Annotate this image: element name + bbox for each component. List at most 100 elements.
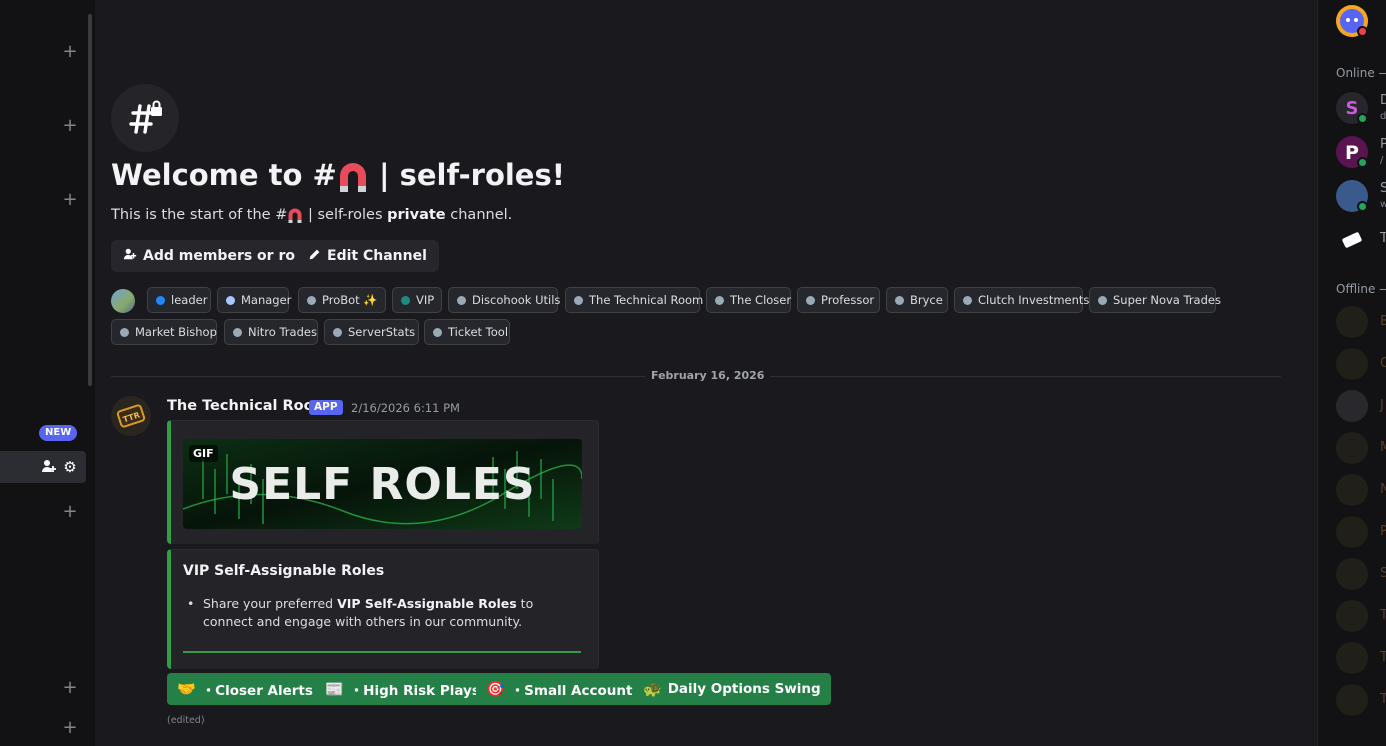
author-avatar[interactable]: TTR (111, 396, 151, 436)
member-name[interactable]: S (1380, 566, 1386, 581)
role-chip[interactable]: Market Bishop (111, 319, 217, 345)
member-name[interactable]: B (1380, 314, 1386, 329)
role-chip[interactable]: Clutch Investments (954, 287, 1089, 313)
member-name[interactable]: T (1380, 650, 1386, 665)
role-label: The Closer (730, 293, 792, 307)
role-color-dot (457, 295, 466, 305)
member-status-text: / (1380, 155, 1384, 166)
add-channel-icon[interactable]: + (62, 117, 78, 135)
magnet-icon (339, 163, 366, 192)
add-members-label: Add members or roles (143, 248, 318, 264)
private-channel-icon (111, 84, 179, 152)
role-chip[interactable]: leader (147, 287, 211, 313)
role-label: ServerStats (348, 325, 416, 339)
invite-member-icon[interactable] (40, 458, 58, 476)
sidebar-scrollbar[interactable] (88, 14, 92, 386)
member-name[interactable]: N (1380, 482, 1386, 497)
edit-channel-label: Edit Channel (327, 248, 427, 264)
member-name[interactable]: C (1380, 356, 1386, 371)
role-chip[interactable]: The Closer (706, 287, 791, 313)
channel-sidebar: + + + NEW ⚙ + + + (0, 0, 95, 746)
member-avatar[interactable] (1336, 348, 1368, 380)
message-author[interactable]: The Technical Room (167, 398, 329, 414)
member-avatar[interactable] (1336, 684, 1368, 716)
high-risk-plays-button[interactable]: 📰 ・High Risk Plays (315, 673, 490, 705)
role-label: Manager (241, 293, 292, 307)
role-chip[interactable]: VIP (392, 287, 442, 313)
role-label: Ticket Tool (448, 325, 509, 339)
chat-main: Welcome to # | self-roles! This is the s… (95, 0, 1317, 746)
role-chip[interactable]: Super Nova Trades (1089, 287, 1221, 313)
add-people-icon (123, 247, 137, 265)
self-roles-gif[interactable]: SELF ROLES GIF (183, 439, 582, 529)
sidebar-item-self-roles[interactable]: ⚙ (0, 451, 86, 483)
role-chip[interactable]: Discohook Utils (448, 287, 560, 313)
add-channel-icon[interactable]: + (62, 719, 78, 737)
member-avatar[interactable] (1336, 390, 1368, 422)
role-color-dot (895, 295, 904, 305)
small-account-button[interactable]: 🎯 ・Small Account (476, 673, 643, 705)
role-chip[interactable]: Bryce (886, 287, 948, 313)
add-channel-icon[interactable]: + (62, 503, 78, 521)
date-divider-label: February 16, 2026 (645, 369, 771, 382)
member-avatar[interactable] (1336, 600, 1368, 632)
closer-alerts-button[interactable]: 🤝 ・Closer Alerts (167, 673, 323, 705)
member-name[interactable]: T (1380, 692, 1386, 707)
member-avatar[interactable] (1336, 474, 1368, 506)
role-chip[interactable]: Nitro Trades (224, 319, 318, 345)
online-header: Online — (1336, 66, 1386, 80)
dnd-status-icon (1357, 26, 1368, 37)
role-label: Professor (821, 293, 875, 307)
add-channel-icon[interactable]: + (62, 679, 78, 697)
gif-embed: SELF ROLES GIF (167, 420, 599, 544)
role-label: leader (171, 293, 208, 307)
gear-icon[interactable]: ⚙ (61, 458, 79, 476)
role-chip[interactable]: ProBot ✨ (298, 287, 386, 313)
role-color-dot (120, 327, 129, 337)
add-channel-icon[interactable]: + (62, 43, 78, 61)
member-status-text: w (1380, 199, 1386, 210)
member-avatar[interactable] (1336, 432, 1368, 464)
message-timestamp: 2/16/2026 6:11 PM (351, 401, 460, 415)
member-name[interactable]: J (1380, 398, 1384, 413)
gif-label: GIF (189, 445, 218, 462)
daily-options-swing-button[interactable]: 🐢 Daily Options Swing (633, 673, 831, 705)
member-avatar[interactable] (1336, 558, 1368, 590)
role-color-dot (401, 295, 410, 305)
role-color-dot (233, 327, 242, 337)
member-avatar[interactable] (1336, 306, 1368, 338)
ticket-tool-avatar[interactable] (1336, 224, 1368, 256)
role-color-dot (1098, 295, 1107, 305)
online-status-icon (1357, 157, 1368, 168)
edited-marker: (edited) (167, 715, 205, 726)
embed-divider (183, 651, 581, 653)
newspaper-icon: 📰 (325, 680, 344, 698)
edit-channel-button[interactable]: Edit Channel (296, 240, 439, 272)
member-name[interactable]: S (1380, 181, 1386, 196)
member-list: Online — S D d P P / S w T Offline — B C J… (1317, 0, 1386, 746)
role-color-dot (433, 327, 442, 337)
member-name[interactable]: T (1380, 608, 1386, 623)
embed-title: VIP Self-Assignable Roles (183, 563, 385, 579)
new-badge: NEW (39, 425, 78, 441)
role-label: Bryce (910, 293, 943, 307)
role-chip[interactable]: Ticket Tool (424, 319, 510, 345)
add-channel-icon[interactable]: + (62, 191, 78, 209)
role-chip[interactable]: Manager (217, 287, 292, 313)
pencil-icon (308, 248, 321, 265)
role-chip[interactable]: The Technical Room (565, 287, 703, 313)
member-avatar[interactable] (1336, 642, 1368, 674)
embed-body: • Share your preferred VIP Self-Assignab… (187, 596, 534, 629)
role-label: ProBot ✨ (322, 293, 378, 307)
member-name[interactable]: P (1380, 137, 1386, 152)
member-name[interactable]: T (1380, 231, 1386, 246)
member-name[interactable]: D (1380, 93, 1386, 108)
member-name[interactable]: M (1380, 440, 1386, 455)
role-chip[interactable]: ServerStats (324, 319, 419, 345)
member-avatar[interactable] (111, 289, 135, 313)
role-chip[interactable]: Professor (797, 287, 880, 313)
member-name[interactable]: P (1380, 524, 1386, 539)
online-status-icon (1357, 201, 1368, 212)
role-label: Nitro Trades (248, 325, 317, 339)
member-avatar[interactable] (1336, 516, 1368, 548)
